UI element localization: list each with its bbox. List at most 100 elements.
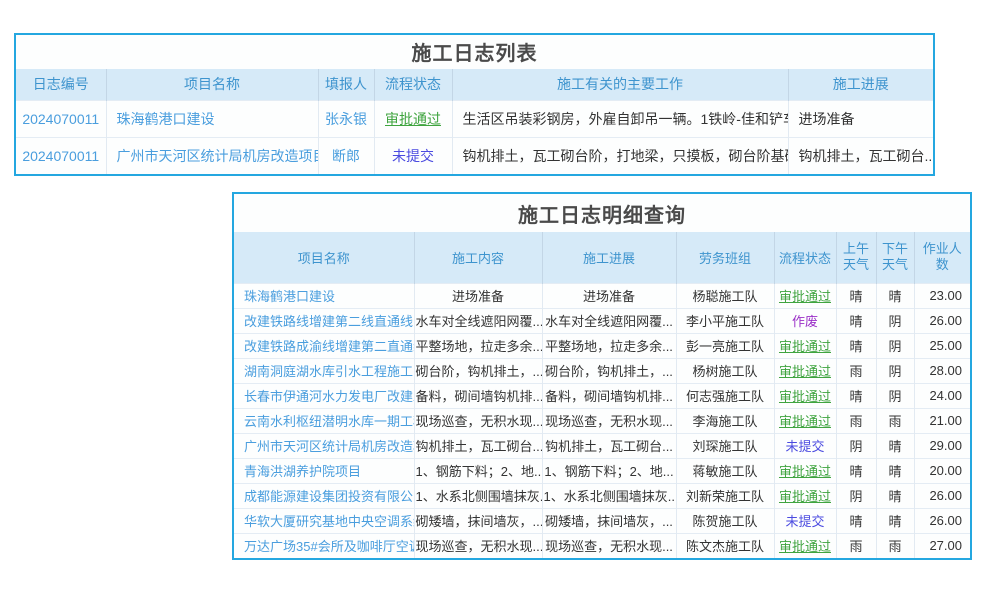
col-header-main-work: 施工有关的主要工作: [452, 69, 788, 100]
weather-am-cell: 雨: [836, 533, 876, 558]
status-badge[interactable]: 未提交: [374, 137, 452, 174]
progress-cell: 进场准备: [788, 100, 933, 137]
table-row: 改建铁路成渝线增建第二直通线（成渝平整场地，拉走多余...平整场地，拉走多余..…: [234, 333, 970, 358]
project-link[interactable]: 成都能源建设集团投资有限公司临时办: [234, 483, 414, 508]
content-cell: 1、水系北侧围墙抹灰...: [414, 483, 542, 508]
progress-cell: 水车对全线遮阳网覆...: [542, 308, 676, 333]
table-row: 2024070011 广州市天河区统计局机房改造项目 断郎 未提交 钩机排土，瓦…: [16, 137, 933, 174]
log-list-table: 日志编号 项目名称 填报人 流程状态 施工有关的主要工作 施工进展 202407…: [16, 69, 933, 174]
status-badge[interactable]: 审批通过: [774, 358, 836, 383]
project-link[interactable]: 华软大厦研究基地中央空调系统工程: [234, 508, 414, 533]
team-cell: 杨树施工队: [676, 358, 774, 383]
weather-pm-cell: 晴: [876, 283, 914, 308]
status-badge[interactable]: 未提交: [774, 433, 836, 458]
project-link[interactable]: 珠海鹤港口建设: [106, 100, 318, 137]
project-link[interactable]: 改建铁路成渝线增建第二直通线（成渝: [234, 333, 414, 358]
log-detail-table: 项目名称 施工内容 施工进展 劳务班组 流程状态 上午天气 下午天气 作业人数 …: [234, 232, 970, 558]
project-link[interactable]: 云南水利枢纽潜明水库一期工程施工I标: [234, 408, 414, 433]
status-badge[interactable]: 审批通过: [774, 458, 836, 483]
reporter-cell: 断郎: [318, 137, 374, 174]
reporter-cell: 张永银: [318, 100, 374, 137]
status-badge[interactable]: 作废: [774, 308, 836, 333]
weather-am-cell: 晴: [836, 383, 876, 408]
progress-cell: 砌矮墙，抹间墙灰，...: [542, 508, 676, 533]
project-link[interactable]: 万达广场35#会所及咖啡厅空调安装工程: [234, 533, 414, 558]
status-badge[interactable]: 审批通过: [774, 333, 836, 358]
weather-pm-cell: 雨: [876, 408, 914, 433]
weather-pm-cell: 阴: [876, 333, 914, 358]
team-cell: 陈贺施工队: [676, 508, 774, 533]
content-cell: 现场巡查，无积水现...: [414, 408, 542, 433]
progress-cell: 现场巡查，无积水现...: [542, 408, 676, 433]
workers-cell: 27.00: [914, 533, 970, 558]
weather-am-cell: 阴: [836, 483, 876, 508]
project-link[interactable]: 长春市伊通河水力发电厂改建工程: [234, 383, 414, 408]
workers-cell: 29.00: [914, 433, 970, 458]
weather-pm-cell: 晴: [876, 433, 914, 458]
weather-am-cell: 晴: [836, 308, 876, 333]
weather-pm-cell: 阴: [876, 308, 914, 333]
content-cell: 现场巡查，无积水现...: [414, 533, 542, 558]
table-row: 华软大厦研究基地中央空调系统工程砌矮墙，抹间墙灰，...砌矮墙，抹间墙灰，...…: [234, 508, 970, 533]
team-cell: 陈文杰施工队: [676, 533, 774, 558]
col-header-progress: 施工进展: [788, 69, 933, 100]
weather-pm-cell: 晴: [876, 508, 914, 533]
status-badge[interactable]: 未提交: [774, 508, 836, 533]
content-cell: 砌矮墙，抹间墙灰，...: [414, 508, 542, 533]
log-no-link[interactable]: 2024070011: [16, 100, 106, 137]
table-row: 湖南洞庭湖水库引水工程施工I标砌台阶，钩机排土，...砌台阶，钩机排土，...杨…: [234, 358, 970, 383]
col-header-team: 劳务班组: [676, 232, 774, 283]
project-link[interactable]: 青海洪湖养护院项目: [234, 458, 414, 483]
weather-pm-cell: 晴: [876, 483, 914, 508]
table-row: 云南水利枢纽潜明水库一期工程施工I标现场巡查，无积水现...现场巡查，无积水现.…: [234, 408, 970, 433]
status-badge[interactable]: 审批通过: [774, 383, 836, 408]
weather-am-cell: 阴: [836, 433, 876, 458]
main-work-cell: 生活区吊装彩钢房，外雇自卸吊一辆。1铁岭-佳和铲车一台: [452, 100, 788, 137]
progress-cell: 现场巡查，无积水现...: [542, 533, 676, 558]
workers-cell: 21.00: [914, 408, 970, 433]
team-cell: 彭一亮施工队: [676, 333, 774, 358]
workers-cell: 25.00: [914, 333, 970, 358]
team-cell: 蒋敏施工队: [676, 458, 774, 483]
log-list-header-row: 日志编号 项目名称 填报人 流程状态 施工有关的主要工作 施工进展: [16, 69, 933, 100]
weather-pm-cell: 阴: [876, 383, 914, 408]
status-badge[interactable]: 审批通过: [374, 100, 452, 137]
project-link[interactable]: 珠海鹤港口建设: [234, 283, 414, 308]
table-row: 广州市天河区统计局机房改造项目钩机排土，瓦工砌台...钩机排土，瓦工砌台...刘…: [234, 433, 970, 458]
table-row: 成都能源建设集团投资有限公司临时办1、水系北侧围墙抹灰...1、水系北侧围墙抹灰…: [234, 483, 970, 508]
workers-cell: 23.00: [914, 283, 970, 308]
project-link[interactable]: 广州市天河区统计局机房改造项目: [106, 137, 318, 174]
log-list-panel: 施工日志列表 日志编号 项目名称 填报人 流程状态 施工有关的主要工作 施工进展…: [14, 33, 935, 176]
status-badge[interactable]: 审批通过: [774, 483, 836, 508]
content-cell: 平整场地，拉走多余...: [414, 333, 542, 358]
weather-am-cell: 晴: [836, 283, 876, 308]
project-link[interactable]: 湖南洞庭湖水库引水工程施工I标: [234, 358, 414, 383]
status-badge[interactable]: 审批通过: [774, 283, 836, 308]
project-link[interactable]: 广州市天河区统计局机房改造项目: [234, 433, 414, 458]
progress-cell: 平整场地，拉走多余...: [542, 333, 676, 358]
workers-cell: 28.00: [914, 358, 970, 383]
progress-cell: 备料，砌间墙钩机排...: [542, 383, 676, 408]
team-cell: 李海施工队: [676, 408, 774, 433]
col-header-workers: 作业人数: [914, 232, 970, 283]
table-row: 珠海鹤港口建设进场准备进场准备杨聪施工队审批通过晴晴23.00: [234, 283, 970, 308]
workers-cell: 26.00: [914, 508, 970, 533]
col-header-status: 流程状态: [774, 232, 836, 283]
weather-am-cell: 雨: [836, 408, 876, 433]
team-cell: 刘新荣施工队: [676, 483, 774, 508]
table-row: 改建铁路线增建第二线直通线（成都-水车对全线遮阳网覆...水车对全线遮阳网覆..…: [234, 308, 970, 333]
content-cell: 水车对全线遮阳网覆...: [414, 308, 542, 333]
status-badge[interactable]: 审批通过: [774, 408, 836, 433]
weather-pm-cell: 晴: [876, 458, 914, 483]
table-row: 长春市伊通河水力发电厂改建工程备料，砌间墙钩机排...备料，砌间墙钩机排...何…: [234, 383, 970, 408]
log-no-link[interactable]: 2024070011: [16, 137, 106, 174]
content-cell: 砌台阶，钩机排土，...: [414, 358, 542, 383]
project-link[interactable]: 改建铁路线增建第二线直通线（成都-: [234, 308, 414, 333]
weather-am-cell: 晴: [836, 333, 876, 358]
weather-am-cell: 晴: [836, 458, 876, 483]
content-cell: 1、钢筋下料；2、地...: [414, 458, 542, 483]
status-badge[interactable]: 审批通过: [774, 533, 836, 558]
col-header-reporter: 填报人: [318, 69, 374, 100]
progress-cell: 进场准备: [542, 283, 676, 308]
table-row: 青海洪湖养护院项目1、钢筋下料；2、地...1、钢筋下料；2、地...蒋敏施工队…: [234, 458, 970, 483]
